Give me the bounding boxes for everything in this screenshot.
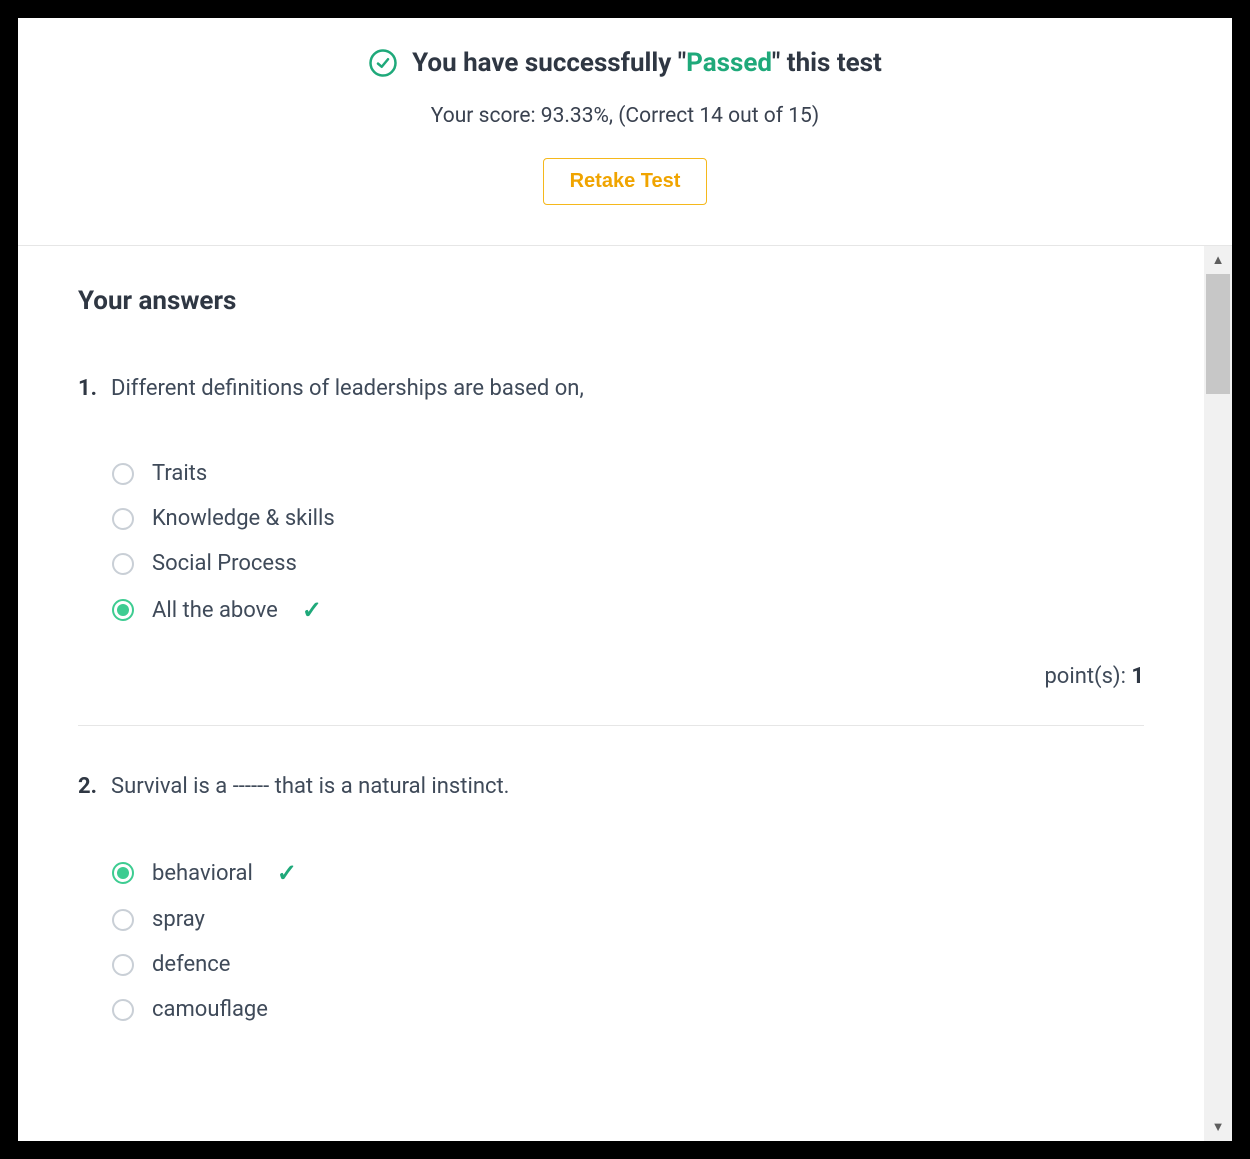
answers-content: Your answers 1. Different definitions of… — [18, 246, 1204, 1141]
points-label: point(s): — [1044, 664, 1131, 689]
points-value: 1 — [1131, 664, 1144, 689]
results-window: You have successfully "Passed" this test… — [18, 18, 1232, 1141]
question-text: Survival is a ------ that is a natural i… — [111, 774, 509, 799]
option-label: Traits — [152, 461, 207, 486]
option-label: All the above — [152, 598, 278, 623]
radio-icon — [112, 463, 134, 485]
retake-test-button[interactable]: Retake Test — [543, 158, 708, 205]
results-header: You have successfully "Passed" this test… — [18, 18, 1232, 246]
question-divider — [78, 725, 1144, 726]
option-label: behavioral — [152, 861, 253, 886]
radio-icon — [112, 954, 134, 976]
option-label: defence — [152, 952, 230, 977]
radio-icon — [112, 999, 134, 1021]
option[interactable]: Traits — [112, 451, 1144, 496]
vertical-scrollbar[interactable]: ▲ ▼ — [1204, 246, 1232, 1141]
score-line: Your score: 93.33%, (Correct 14 out of 1… — [78, 104, 1172, 128]
body-area: Your answers 1. Different definitions of… — [18, 246, 1232, 1141]
correct-check-icon: ✓ — [302, 596, 322, 624]
options-list: behavioral ✓ spray defence camouflage — [112, 849, 1144, 1032]
scroll-up-arrow-icon[interactable]: ▲ — [1204, 246, 1232, 274]
options-list: Traits Knowledge & skills Social Process… — [112, 451, 1144, 634]
success-check-icon — [368, 48, 398, 78]
radio-icon — [112, 508, 134, 530]
result-prefix: You have successfully " — [412, 48, 686, 78]
result-text: You have successfully "Passed" this test — [412, 48, 882, 78]
question: 2. Survival is a ------ that is a natura… — [78, 774, 1144, 799]
question-number: 1. — [78, 376, 97, 401]
option-label: camouflage — [152, 997, 268, 1022]
option[interactable]: defence — [112, 942, 1144, 987]
option-label: Knowledge & skills — [152, 506, 335, 531]
option[interactable]: behavioral ✓ — [112, 849, 1144, 897]
points-row: point(s): 1 — [78, 664, 1144, 689]
option[interactable]: Knowledge & skills — [112, 496, 1144, 541]
option-label: spray — [152, 907, 205, 932]
correct-check-icon: ✓ — [277, 859, 297, 887]
option[interactable]: Social Process — [112, 541, 1144, 586]
option-label: Social Process — [152, 551, 297, 576]
option[interactable]: spray — [112, 897, 1144, 942]
result-suffix: " this test — [772, 48, 882, 78]
radio-icon — [112, 909, 134, 931]
answers-title: Your answers — [78, 286, 1144, 316]
radio-icon — [112, 862, 134, 884]
option[interactable]: camouflage — [112, 987, 1144, 1032]
question: 1. Different definitions of leaderships … — [78, 376, 1144, 401]
result-status: Passed — [686, 48, 772, 78]
radio-icon — [112, 599, 134, 621]
result-line: You have successfully "Passed" this test — [78, 48, 1172, 78]
option[interactable]: All the above ✓ — [112, 586, 1144, 634]
scroll-track[interactable] — [1204, 274, 1232, 1113]
question-number: 2. — [78, 774, 97, 799]
question-text: Different definitions of leaderships are… — [111, 376, 584, 401]
scroll-thumb[interactable] — [1206, 274, 1230, 394]
scroll-down-arrow-icon[interactable]: ▼ — [1204, 1113, 1232, 1141]
radio-icon — [112, 553, 134, 575]
